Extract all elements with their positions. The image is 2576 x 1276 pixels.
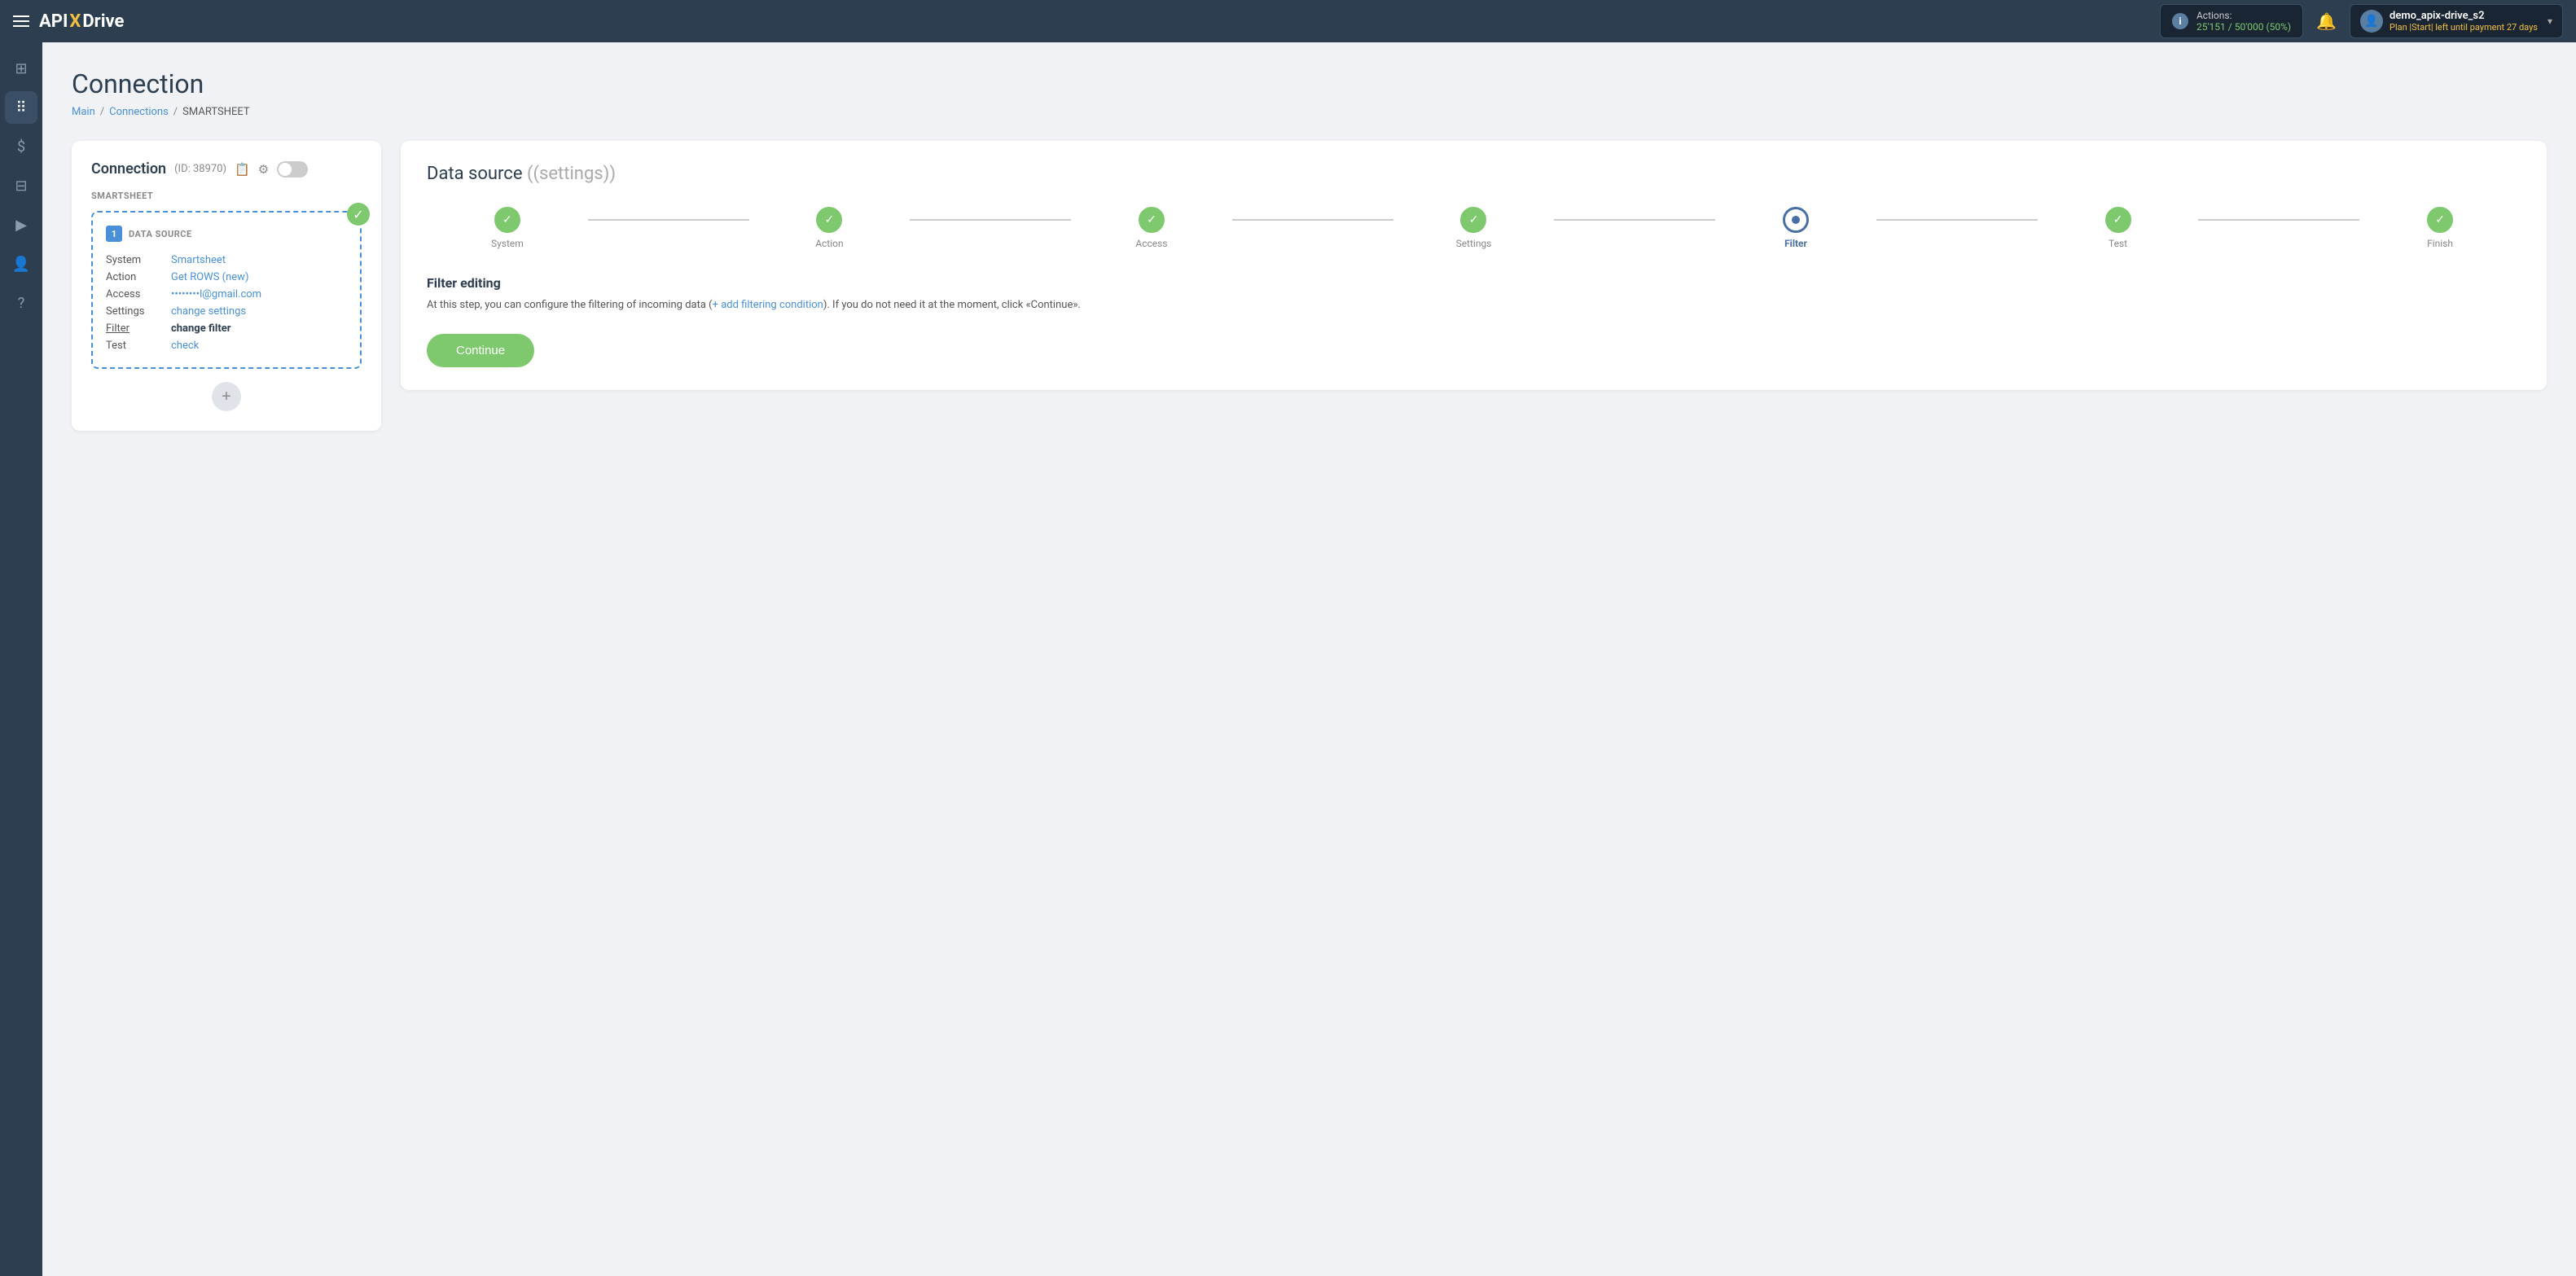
table-row: Action Get ROWS (new): [106, 269, 347, 286]
datasource-card: ✓ 1 DATA SOURCE System Smartsheet Action…: [91, 211, 362, 369]
table-row: Test check: [106, 337, 347, 354]
step-connector: [1554, 219, 1715, 221]
sidebar-item-templates[interactable]: ⊟: [5, 169, 37, 202]
row-value[interactable]: change filter: [171, 320, 347, 337]
actions-label: Actions:: [2196, 10, 2291, 21]
notifications-button[interactable]: 🔔: [2313, 8, 2340, 35]
sidebar-item-dashboard[interactable]: ⊞: [5, 52, 37, 85]
sidebar-item-connections[interactable]: ⠿: [5, 91, 37, 124]
step-action: ✓ Action: [749, 207, 911, 249]
top-nav: APIXDrive i Actions: 25'151 / 50'000 (50…: [0, 0, 2576, 42]
actions-count: 25'151 / 50'000 (50%): [2196, 21, 2291, 33]
copy-icon[interactable]: 📋: [235, 162, 250, 177]
step-label-settings: Settings: [1456, 238, 1492, 249]
filter-section: Filter editing At this step, you can con…: [427, 275, 2521, 367]
left-panel: Connection (ID: 38970) 📋 ⚙ SMARTSHEET ✓ …: [72, 141, 381, 431]
datasource-table: System Smartsheet Action Get ROWS (new) …: [106, 252, 347, 354]
step-test: ✓ Test: [2038, 207, 2199, 249]
filter-description: At this step, you can configure the filt…: [427, 297, 2521, 314]
step-connector: [910, 219, 1071, 221]
right-panel: Data source ((settings)) ✓ System ✓ Acti…: [401, 141, 2547, 390]
hamburger-menu[interactable]: [13, 15, 29, 27]
row-key[interactable]: Filter: [106, 320, 171, 337]
step-connector: [2198, 219, 2359, 221]
breadcrumb-main[interactable]: Main: [72, 106, 95, 118]
step-access: ✓ Access: [1071, 207, 1232, 249]
step-label-system: System: [491, 238, 524, 249]
user-plan: Plan |Start| left until payment 27 days: [2389, 22, 2538, 33]
step-circle-test: ✓: [2105, 207, 2131, 233]
breadcrumb: Main / Connections / SMARTSHEET: [72, 106, 2547, 118]
step-circle-filter: [1783, 207, 1809, 233]
step-label-action: Action: [815, 238, 843, 249]
user-menu[interactable]: 👤 demo_apix-drive_s2 Plan |Start| left u…: [2350, 4, 2563, 38]
sidebar-item-account[interactable]: 👤: [5, 248, 37, 280]
datasource-label: DATA SOURCE: [129, 229, 192, 239]
row-value[interactable]: Get ROWS (new): [171, 269, 347, 286]
add-button[interactable]: +: [212, 382, 241, 411]
sidebar-item-billing[interactable]: $: [5, 130, 37, 163]
username: demo_apix-drive_s2: [2389, 10, 2538, 22]
panel-title: Data source ((settings)): [427, 164, 2521, 184]
row-key: Access: [106, 286, 171, 303]
steps-row: ✓ System ✓ Action ✓ Access: [427, 207, 2521, 249]
table-row: Access ••••••••l@gmail.com: [106, 286, 347, 303]
table-row: Settings change settings: [106, 303, 347, 320]
panels-row: Connection (ID: 38970) 📋 ⚙ SMARTSHEET ✓ …: [72, 141, 2547, 431]
logo: APIXDrive: [39, 11, 124, 32]
row-key: System: [106, 252, 171, 269]
chevron-down-icon: ▾: [2547, 15, 2552, 27]
sidebar-item-help[interactable]: ?: [5, 287, 37, 319]
row-value[interactable]: change settings: [171, 303, 347, 320]
step-connector: [1232, 219, 1393, 221]
step-circle-settings: ✓: [1460, 207, 1486, 233]
step-circle-action: ✓: [816, 207, 842, 233]
row-key: Test: [106, 337, 171, 354]
step-circle-finish: ✓: [2427, 207, 2453, 233]
add-filter-link[interactable]: + add filtering condition: [713, 299, 823, 311]
step-circle-access: ✓: [1139, 207, 1165, 233]
step-finish: ✓ Finish: [2359, 207, 2521, 249]
connection-toggle[interactable]: [277, 161, 308, 178]
actions-badge: i Actions: 25'151 / 50'000 (50%): [2160, 4, 2303, 38]
datasource-number: 1: [106, 226, 122, 242]
step-label-finish: Finish: [2427, 238, 2453, 249]
sidebar: ⊞ ⠿ $ ⊟ ▶ 👤 ?: [0, 42, 42, 1276]
row-value[interactable]: ••••••••l@gmail.com: [171, 286, 347, 303]
step-settings: ✓ Settings: [1393, 207, 1555, 249]
filter-title: Filter editing: [427, 275, 2521, 291]
row-key: Action: [106, 269, 171, 286]
settings-icon[interactable]: ⚙: [258, 162, 269, 177]
breadcrumb-current: SMARTSHEET: [182, 106, 249, 118]
info-icon: i: [2172, 13, 2188, 29]
avatar: 👤: [2360, 10, 2383, 33]
datasource-header: 1 DATA SOURCE: [106, 226, 347, 242]
page-title: Connection: [72, 68, 2547, 99]
row-value[interactable]: check: [171, 337, 347, 354]
row-key: Settings: [106, 303, 171, 320]
step-system: ✓ System: [427, 207, 588, 249]
table-row: Filter change filter: [106, 320, 347, 337]
connection-subtitle: SMARTSHEET: [91, 191, 362, 201]
step-label-test: Test: [2109, 238, 2127, 249]
step-label-filter: Filter: [1784, 238, 1807, 249]
connection-id: (ID: 38970): [174, 163, 226, 175]
breadcrumb-connections[interactable]: Connections: [109, 106, 169, 118]
datasource-check-badge: ✓: [347, 203, 370, 226]
step-filter: Filter: [1715, 207, 1876, 249]
main-content: Connection Main / Connections / SMARTSHE…: [42, 42, 2576, 1276]
table-row: System Smartsheet: [106, 252, 347, 269]
step-connector: [588, 219, 749, 221]
sidebar-item-runs[interactable]: ▶: [5, 208, 37, 241]
step-label-access: Access: [1135, 238, 1167, 249]
main-layout: ⊞ ⠿ $ ⊟ ▶ 👤 ? Connection Main / Connecti…: [0, 42, 2576, 1276]
step-connector: [1876, 219, 2038, 221]
continue-button[interactable]: Continue: [427, 334, 534, 367]
connection-header: Connection (ID: 38970) 📋 ⚙: [91, 160, 362, 178]
connection-title: Connection: [91, 160, 166, 178]
step-circle-system: ✓: [494, 207, 520, 233]
row-value[interactable]: Smartsheet: [171, 252, 347, 269]
